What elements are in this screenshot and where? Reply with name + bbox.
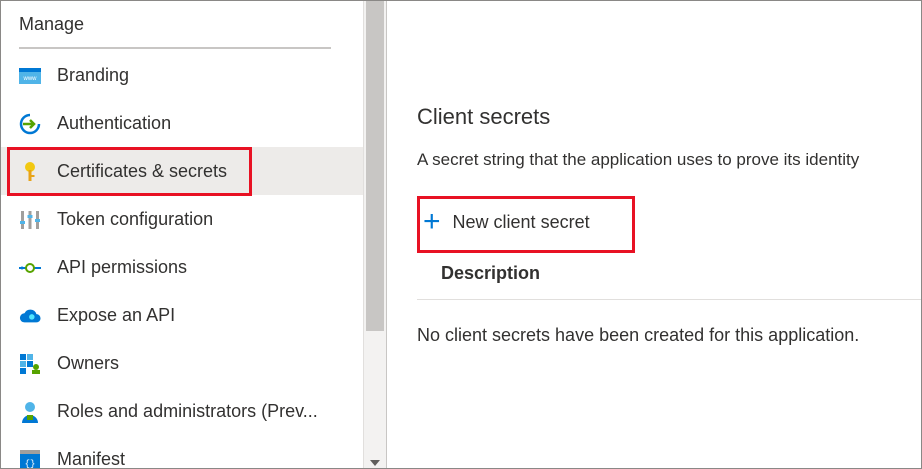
section-description: A secret string that the application use… (417, 150, 860, 169)
sidebar-item-label: Authentication (57, 112, 172, 133)
owners-icon (19, 353, 41, 375)
sidebar-item-label: Roles and administrators (Prev... (57, 400, 318, 421)
scrollbar-thumb[interactable] (366, 1, 384, 331)
sidebar-item-label: API permissions (57, 256, 188, 277)
sidebar-item-token-configuration[interactable]: Token configuration (1, 195, 363, 243)
sidebar-item-owners[interactable]: Owners (1, 339, 363, 387)
sidebar: Manage www Branding Authentication Certi… (1, 1, 363, 468)
app-window: Manage www Branding Authentication Certi… (0, 0, 922, 469)
highlight-annotation (7, 147, 252, 196)
sidebar-item-label: Token configuration (57, 208, 214, 229)
sidebar-item-branding[interactable]: www Branding (1, 51, 363, 99)
sidebar-item-expose-api[interactable]: Expose an API (1, 291, 363, 339)
sidebar-item-label: Manifest (57, 448, 126, 469)
authentication-icon (19, 113, 41, 135)
sidebar-item-label: Expose an API (57, 304, 176, 325)
api-permissions-icon (19, 257, 41, 279)
sidebar-scrollbar[interactable] (363, 1, 387, 468)
manifest-icon: {} (19, 449, 41, 469)
roles-icon (19, 401, 41, 423)
sidebar-item-roles-administrators[interactable]: Roles and administrators (Prev... (1, 387, 363, 435)
sidebar-item-api-permissions[interactable]: API permissions (1, 243, 363, 291)
column-header-description[interactable]: Description (441, 263, 540, 284)
sidebar-heading: Manage (19, 14, 85, 34)
table-header-divider (417, 299, 921, 300)
highlight-annotation (417, 196, 635, 253)
page-title: Client secrets (417, 104, 551, 129)
cloud-api-icon (19, 305, 41, 327)
sidebar-divider (19, 47, 331, 49)
main-content: Client secrets A secret string that the … (386, 1, 921, 468)
sidebar-item-authentication[interactable]: Authentication (1, 99, 363, 147)
sidebar-item-manifest[interactable]: {} Manifest (1, 435, 363, 469)
empty-table-message: No client secrets have been created for … (417, 325, 860, 345)
sidebar-item-label: Owners (57, 352, 120, 373)
scroll-down-arrow-icon[interactable] (370, 460, 380, 466)
svg-text:www: www (23, 76, 38, 82)
token-config-icon (19, 209, 41, 231)
branding-icon: www (19, 65, 41, 87)
sidebar-item-label: Branding (57, 64, 130, 85)
svg-text:{}: {} (25, 459, 36, 469)
